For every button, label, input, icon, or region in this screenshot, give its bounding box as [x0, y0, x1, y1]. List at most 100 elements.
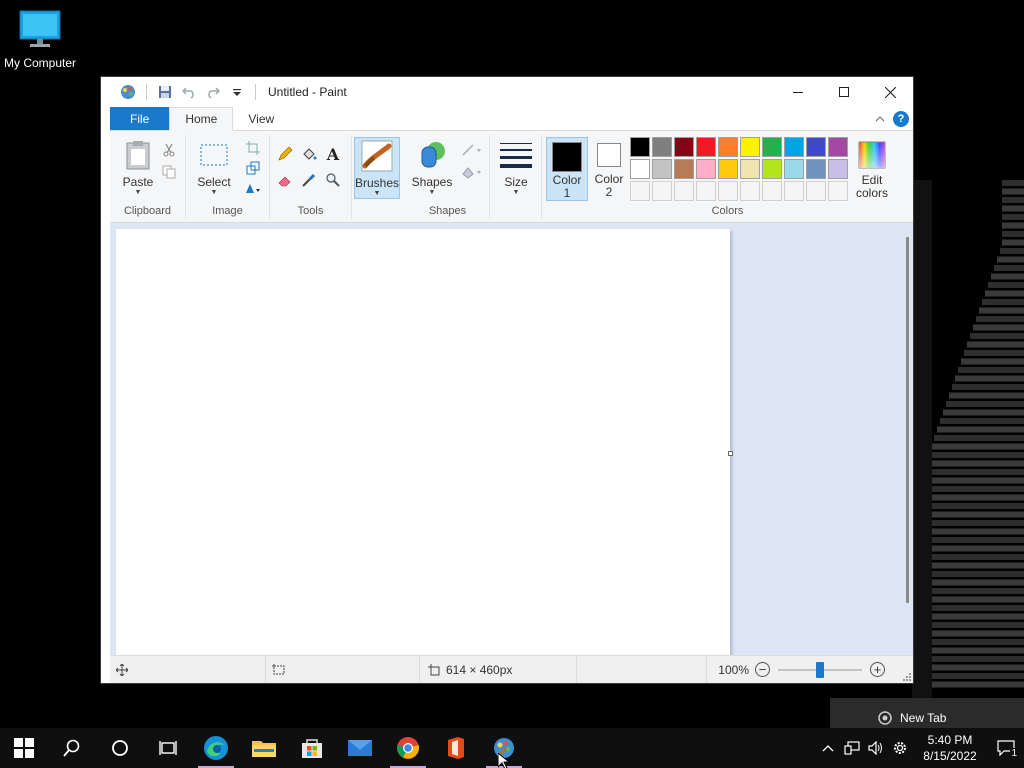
fill-shape-icon[interactable]	[460, 163, 484, 181]
taskbar-mail[interactable]	[336, 728, 384, 768]
color-picker-icon[interactable]	[300, 171, 318, 189]
zoom-in-button[interactable]: +	[870, 662, 885, 677]
size-grip-icon[interactable]	[901, 671, 911, 681]
paint-app-icon[interactable]	[118, 82, 138, 102]
palette-swatch[interactable]	[718, 181, 738, 201]
vertical-scrollbar[interactable]	[906, 237, 909, 603]
minimize-button[interactable]	[775, 77, 821, 107]
shapes-button[interactable]: Shapes ▼	[408, 135, 456, 201]
size-button[interactable]: Size ▼	[492, 135, 540, 201]
desktop-icon-my-computer[interactable]: My Computer	[2, 8, 78, 70]
taskbar-store[interactable]	[288, 728, 336, 768]
undo-icon[interactable]	[179, 82, 199, 102]
taskbar-file-explorer[interactable]	[240, 728, 288, 768]
outline-icon[interactable]	[460, 141, 484, 159]
redo-icon[interactable]	[203, 82, 223, 102]
palette-swatch[interactable]	[784, 137, 804, 157]
palette-swatch[interactable]	[674, 137, 694, 157]
palette-swatch[interactable]	[806, 159, 826, 179]
palette-swatch[interactable]	[806, 137, 826, 157]
palette-swatch[interactable]	[718, 137, 738, 157]
edit-colors-button[interactable]: Edit colors	[852, 137, 892, 201]
zoom-out-button[interactable]: −	[755, 662, 770, 677]
taskbar-office[interactable]	[432, 728, 480, 768]
palette-swatch[interactable]	[696, 159, 716, 179]
tab-file[interactable]: File	[110, 107, 170, 130]
palette-swatch[interactable]	[652, 159, 672, 179]
color2-button[interactable]: Color 2	[590, 137, 628, 201]
monitor-icon	[19, 10, 61, 47]
paste-button[interactable]: Paste ▼	[114, 135, 162, 201]
group-shapes: Shapes ▼ Shapes	[406, 135, 490, 219]
drawing-canvas[interactable]	[116, 229, 730, 655]
search-button[interactable]	[48, 728, 96, 768]
clock[interactable]: 5:40 PM 8/15/2022	[912, 732, 988, 764]
taskbar-chrome[interactable]	[384, 728, 432, 768]
select-button[interactable]: Select ▼	[190, 135, 238, 201]
cursor-position-icon	[116, 663, 128, 676]
palette-swatch[interactable]	[806, 181, 826, 201]
palette-swatch[interactable]	[652, 137, 672, 157]
cortana-button[interactable]	[96, 728, 144, 768]
close-button[interactable]	[867, 77, 913, 107]
notification-count: 1	[1010, 748, 1018, 759]
fill-icon[interactable]	[300, 145, 318, 163]
taskbar-edge[interactable]	[192, 728, 240, 768]
palette-swatch[interactable]	[762, 159, 782, 179]
palette-swatch[interactable]	[762, 137, 782, 157]
palette-swatch[interactable]	[740, 137, 760, 157]
palette-swatch[interactable]	[696, 137, 716, 157]
help-icon[interactable]: ?	[893, 110, 909, 127]
group-label-clipboard: Clipboard	[123, 205, 172, 217]
file-size	[577, 656, 707, 683]
palette-swatch[interactable]	[740, 181, 760, 201]
volume-button[interactable]	[864, 728, 888, 768]
brushes-button[interactable]: Brushes ▼	[354, 137, 400, 199]
zoom-slider[interactable]	[778, 661, 862, 678]
chevron-up-icon	[822, 745, 834, 752]
palette-swatch[interactable]	[718, 159, 738, 179]
palette-swatch[interactable]	[652, 181, 672, 201]
resize-icon[interactable]	[244, 159, 262, 177]
customize-qat-icon[interactable]	[227, 82, 247, 102]
palette-swatch[interactable]	[828, 137, 848, 157]
settings-button[interactable]	[888, 728, 912, 768]
palette-swatch[interactable]	[784, 181, 804, 201]
windows-logo-icon	[14, 738, 34, 758]
tab-home[interactable]: Home	[169, 107, 234, 131]
palette-swatch[interactable]	[630, 137, 650, 157]
text-icon[interactable]: A	[324, 145, 342, 164]
action-center-button[interactable]: 1	[988, 728, 1024, 768]
pencil-icon[interactable]	[276, 145, 294, 163]
rotate-icon[interactable]	[244, 179, 262, 197]
task-view-button[interactable]	[144, 728, 192, 768]
cut-icon[interactable]	[160, 141, 178, 159]
magnifier-icon[interactable]	[324, 171, 342, 189]
palette-swatch[interactable]	[784, 159, 804, 179]
zoom-slider-thumb[interactable]	[816, 661, 824, 678]
palette-swatch[interactable]	[828, 181, 848, 201]
palette-swatch[interactable]	[630, 181, 650, 201]
browser-tab-thumbnail[interactable]: New Tab	[830, 698, 1024, 728]
save-icon[interactable]	[155, 82, 175, 102]
maximize-button[interactable]	[821, 77, 867, 107]
color1-button[interactable]: Color 1	[546, 137, 588, 201]
group-label-colors: Colors	[711, 205, 744, 217]
minimize-ribbon-icon[interactable]	[875, 115, 885, 122]
palette-swatch[interactable]	[828, 159, 848, 179]
copy-icon[interactable]	[160, 163, 178, 181]
palette-swatch[interactable]	[674, 159, 694, 179]
resize-handle-right[interactable]	[728, 451, 733, 456]
palette-swatch[interactable]	[762, 181, 782, 201]
palette-swatch[interactable]	[740, 159, 760, 179]
start-button[interactable]	[0, 728, 48, 768]
show-hidden-icons[interactable]	[816, 728, 840, 768]
crop-icon[interactable]	[244, 139, 262, 157]
palette-swatch[interactable]	[630, 159, 650, 179]
palette-swatch[interactable]	[674, 181, 694, 201]
tab-view[interactable]: View	[233, 107, 289, 130]
palette-swatch[interactable]	[696, 181, 716, 201]
eraser-icon[interactable]	[276, 171, 294, 189]
size-label: Size	[504, 175, 528, 189]
network-button[interactable]	[840, 728, 864, 768]
